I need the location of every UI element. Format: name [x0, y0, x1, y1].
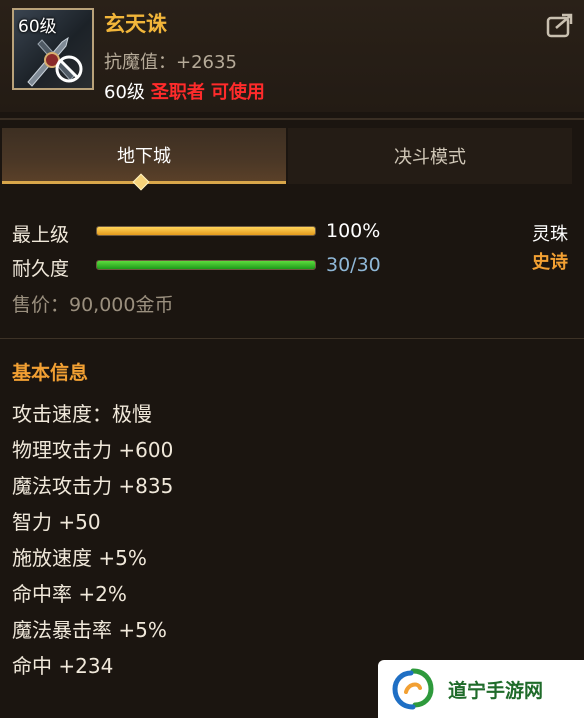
- attribute-line: 施放速度 +5%: [12, 546, 147, 570]
- durability-bar-fill: [97, 261, 315, 269]
- header-divider: [0, 118, 584, 120]
- required-level: 60级: [104, 82, 145, 103]
- item-name: 玄天诛: [104, 12, 167, 36]
- required-class: 圣职者: [150, 82, 205, 103]
- mode-tabs: 地下城 决斗模式: [0, 128, 584, 184]
- attribute-line: 智力 +50: [12, 510, 101, 534]
- attribute-line: 魔法暴击率 +5%: [12, 618, 167, 642]
- magic-resist-value: 抗魔值：+2635: [104, 52, 237, 73]
- basic-info-title: 基本信息: [12, 362, 89, 384]
- share-icon[interactable]: [546, 12, 574, 38]
- item-header: 60级 玄天诛 抗魔值：+2635 60级 圣职者 可使用: [0, 0, 584, 112]
- section-divider: [0, 338, 584, 339]
- upgrade-value: 100%: [326, 220, 381, 242]
- item-type-label: 灵珠: [532, 224, 568, 245]
- usable-status: 可使用: [210, 82, 265, 103]
- rarity-label: 史诗: [532, 252, 568, 273]
- requirement-line: 60级 圣职者 可使用: [104, 78, 265, 104]
- durability-label: 耐久度: [12, 258, 70, 280]
- attribute-line: 命中 +234: [12, 654, 114, 678]
- upgrade-bar: [96, 226, 316, 236]
- durability-bar: [96, 260, 316, 270]
- attribute-line: 魔法攻击力 +835: [12, 474, 174, 498]
- tab-duel-mode[interactable]: 决斗模式: [288, 128, 572, 184]
- attribute-line: 物理攻击力 +600: [12, 438, 174, 462]
- upgrade-label: 最上级: [12, 224, 70, 246]
- durability-value: 30/30: [326, 254, 381, 276]
- logo-icon: [392, 668, 434, 710]
- attribute-line: 攻击速度：极慢: [12, 402, 152, 426]
- sell-price: 售价：90,000金币: [12, 294, 174, 316]
- attribute-line: 命中率 +2%: [12, 582, 127, 606]
- watermark: 道宁手游网: [378, 660, 584, 718]
- ban-icon: [55, 55, 83, 83]
- upgrade-bar-fill: [97, 227, 315, 235]
- watermark-text: 道宁手游网: [448, 680, 544, 702]
- item-icon[interactable]: 60级: [12, 8, 94, 90]
